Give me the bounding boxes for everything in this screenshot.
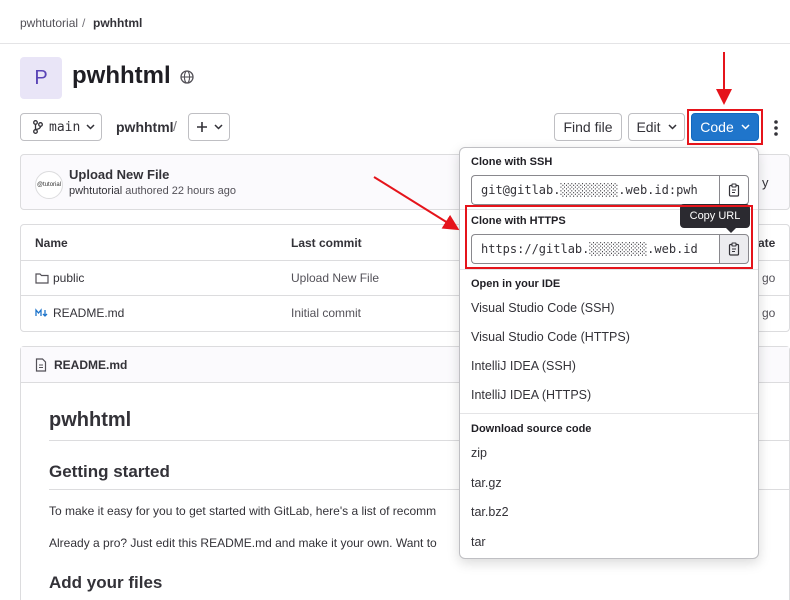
breadcrumb-project-link[interactable]: pwhhtml (93, 16, 142, 30)
download-tar[interactable]: tar (471, 535, 486, 549)
author-avatar[interactable]: @tutorial (35, 171, 63, 199)
copy-ssh-button[interactable] (719, 175, 749, 205)
file-name[interactable]: README.md (53, 306, 124, 320)
download-tar-gz[interactable]: tar.gz (471, 476, 502, 490)
commit-time: authored 22 hours ago (125, 185, 236, 197)
file-commit[interactable]: Upload New File (291, 271, 379, 285)
branch-selector[interactable]: main (20, 113, 102, 141)
chevron-down-icon (86, 124, 95, 130)
plus-icon (196, 122, 207, 132)
column-name: Name (35, 236, 68, 250)
page-title: pwhhtml (72, 62, 171, 89)
breadcrumb: pwhtutorial / pwhhtml (0, 0, 790, 44)
path-separator: / (173, 118, 177, 134)
branch-icon (33, 120, 43, 134)
ide-heading: Open in your IDE (471, 278, 561, 290)
clipboard-icon (728, 183, 740, 197)
annotation-box-code (687, 109, 763, 145)
file-date-partial: go (762, 306, 776, 320)
find-file-button[interactable]: Find file (554, 113, 622, 141)
divider (460, 413, 758, 414)
history-button-partial[interactable]: y (762, 175, 769, 190)
commit-author[interactable]: pwhtutorial (69, 185, 122, 197)
ssh-heading: Clone with SSH (471, 156, 553, 168)
download-zip[interactable]: zip (471, 446, 487, 460)
readme-subheading: Add your files (49, 573, 163, 592)
file-date-partial: go (762, 271, 776, 285)
file-commit[interactable]: Initial commit (291, 306, 361, 320)
edit-button[interactable]: Edit (628, 113, 685, 141)
readme-heading: pwhhtml (49, 409, 132, 431)
repo-path[interactable]: pwhhtml (116, 119, 174, 135)
add-file-button[interactable] (188, 113, 230, 141)
file-icon (35, 358, 47, 372)
readme-paragraph: Already a pro? Just edit this README.md … (49, 536, 437, 550)
kebab-icon[interactable] (772, 118, 780, 138)
project-avatar[interactable]: P (20, 57, 62, 99)
file-name[interactable]: public (53, 271, 84, 285)
divider (460, 269, 758, 270)
commit-meta: pwhtutorial authored 22 hours ago (69, 185, 236, 197)
breadcrumb-separator: / (82, 16, 86, 30)
column-last-commit: Last commit (291, 236, 362, 250)
branch-name: main (49, 119, 81, 135)
ide-item-vscode-https[interactable]: Visual Studio Code (HTTPS) (471, 330, 630, 344)
chevron-down-icon (668, 124, 677, 130)
column-date-partial: ate (758, 236, 776, 250)
edit-button-label: Edit (636, 119, 661, 135)
breadcrumb-group-link[interactable]: pwhtutorial (20, 16, 78, 30)
ide-item-intellij-https[interactable]: IntelliJ IDEA (HTTPS) (471, 388, 591, 402)
folder-icon (35, 273, 49, 284)
globe-icon (180, 70, 194, 84)
ssh-url-field[interactable]: git@gitlab.░░░░░░░░.web.id:pwh (471, 175, 719, 205)
ide-item-vscode-ssh[interactable]: Visual Studio Code (SSH) (471, 301, 615, 315)
markdown-icon (35, 308, 48, 317)
ide-item-intellij-ssh[interactable]: IntelliJ IDEA (SSH) (471, 359, 576, 373)
download-tar-bz2[interactable]: tar.bz2 (471, 505, 509, 519)
commit-title[interactable]: Upload New File (69, 167, 169, 182)
annotation-box-https (465, 205, 753, 269)
download-heading: Download source code (471, 423, 592, 435)
readme-subheading: Getting started (49, 462, 170, 481)
chevron-down-icon (213, 124, 223, 130)
readme-filename: README.md (54, 358, 128, 372)
readme-paragraph: To make it easy for you to get started w… (49, 504, 437, 518)
